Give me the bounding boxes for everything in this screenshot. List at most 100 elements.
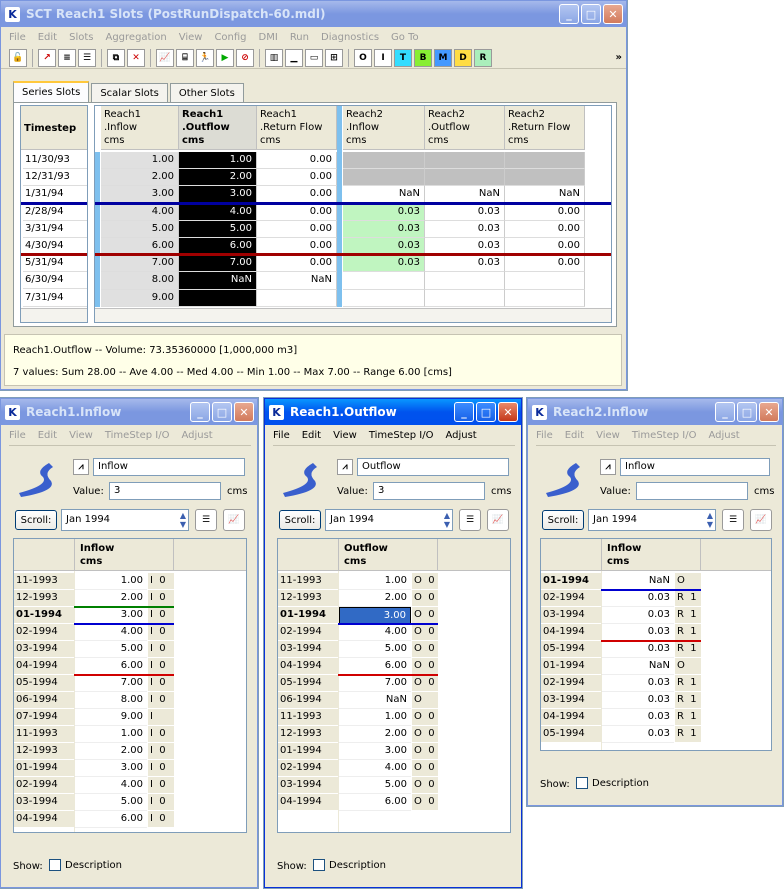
slot-value-cell[interactable] [179, 289, 257, 307]
row-date[interactable]: 02-1994 [541, 675, 601, 692]
maximize-button[interactable]: □ [737, 402, 757, 422]
column-header[interactable]: Reach2 .Return Flow cms [505, 106, 585, 150]
row-date[interactable]: 05-1994 [278, 675, 338, 692]
play-icon[interactable]: ▶ [216, 48, 234, 67]
row-date[interactable]: 05-1994 [541, 726, 601, 743]
close-button[interactable]: ✕ [234, 402, 254, 422]
column-header[interactable]: Reach1 .Inflow cms [101, 106, 179, 150]
flag-r-icon[interactable]: R [474, 48, 492, 67]
list-icon[interactable]: ☰ [78, 48, 96, 67]
flag-d-icon[interactable]: D [454, 48, 472, 67]
row-value[interactable]: 0.03 [602, 709, 674, 726]
row-date[interactable]: 04-1994 [14, 811, 74, 828]
slot-value-cell[interactable]: 8.00 [101, 272, 179, 290]
row-value[interactable]: 4.00 [339, 624, 411, 641]
slot-menu-item[interactable]: TimeStep I/O [105, 430, 170, 441]
scroll-date-field[interactable]: Jan 1994 ▲ ▼ [61, 509, 189, 531]
plot-view-icon[interactable]: 📈 [487, 509, 509, 531]
slot-value-cell[interactable]: 0.00 [257, 220, 337, 238]
row-value[interactable]: 2.00 [75, 590, 147, 607]
row-value[interactable]: NaN [339, 692, 411, 709]
slot-value-cell[interactable] [505, 169, 585, 187]
columns-icon[interactable]: ▥ [265, 48, 283, 67]
filter-icon[interactable]: ≡ [58, 48, 76, 67]
minimize-button[interactable]: _ [190, 402, 210, 422]
slot-value-cell[interactable]: 2.00 [101, 169, 179, 187]
menu-run[interactable]: Run [290, 32, 309, 43]
menu-file[interactable]: File [9, 32, 26, 43]
close-button[interactable]: ✕ [603, 4, 623, 24]
close-button[interactable]: ✕ [498, 402, 518, 422]
row-value[interactable]: 0.03 [602, 590, 674, 607]
column-header[interactable]: Reach2 .Inflow cms [343, 106, 425, 150]
timestep-cell[interactable]: 6/30/94 [23, 272, 87, 290]
row-value[interactable]: 5.00 [75, 641, 147, 658]
row-value[interactable]: 8.00 [75, 692, 147, 709]
slot-value-cell[interactable]: 0.03 [425, 255, 505, 273]
slot-value-cell[interactable] [343, 152, 425, 170]
row-value[interactable]: 7.00 [75, 675, 147, 692]
description-checkbox[interactable]: Description [305, 859, 386, 871]
row-value[interactable]: 6.00 [75, 658, 147, 675]
spinner-icon[interactable]: ▲ ▼ [444, 511, 450, 529]
slot-menu-item[interactable]: TimeStep I/O [369, 430, 434, 441]
scroll-date-field[interactable]: Jan 1994 ▲ ▼ [325, 509, 453, 531]
slot-menu-item[interactable]: View [596, 430, 620, 441]
fit-icon[interactable]: ▭ [305, 48, 323, 67]
value-field[interactable] [636, 482, 748, 500]
slot-value-cell[interactable]: 5.00 [179, 220, 257, 238]
row-date[interactable]: 04-1994 [541, 709, 601, 726]
row-date[interactable]: 12-1993 [14, 590, 74, 607]
slot-value-cell[interactable]: 0.03 [343, 203, 425, 221]
maximize-button[interactable]: □ [581, 4, 601, 24]
row-value[interactable]: 1.00 [75, 573, 147, 590]
slot-value-cell[interactable] [505, 289, 585, 307]
slot-value-cell[interactable]: 0.00 [505, 255, 585, 273]
slot-name-field[interactable]: Outflow [357, 458, 509, 476]
value-field[interactable]: 3 [109, 482, 221, 500]
row-value[interactable]: 2.00 [339, 590, 411, 607]
row-date[interactable]: 04-1994 [278, 658, 338, 675]
row-date[interactable]: 01-1994 [14, 760, 74, 777]
flag-o-icon[interactable]: O [354, 48, 372, 67]
maximize-button[interactable]: □ [212, 402, 232, 422]
slot-name-field[interactable]: Inflow [620, 458, 770, 476]
row-date[interactable]: 07-1994 [14, 709, 74, 726]
row-value[interactable]: 5.00 [339, 641, 411, 658]
row-date[interactable]: 03-1994 [14, 794, 74, 811]
row-value[interactable]: 0.03 [602, 641, 674, 658]
row-value[interactable]: 0.03 [602, 607, 674, 624]
link-icon[interactable]: ↗ [38, 48, 56, 67]
slot-value-cell[interactable]: NaN [179, 272, 257, 290]
slot-menu-item[interactable]: File [9, 430, 26, 441]
description-checkbox[interactable]: Description [41, 859, 122, 871]
menu-diagnostics[interactable]: Diagnostics [321, 32, 379, 43]
tab-series-slots[interactable]: Series Slots [13, 81, 90, 102]
slot-value-cell[interactable]: 7.00 [101, 255, 179, 273]
slot-value-cell[interactable]: 4.00 [179, 203, 257, 221]
row-date[interactable]: 04-1994 [278, 794, 338, 811]
slot-value-cell[interactable] [425, 152, 505, 170]
row-date[interactable]: 05-1994 [541, 641, 601, 658]
delete-icon[interactable]: ✕ [127, 48, 145, 67]
slot-name-field[interactable]: Inflow [93, 458, 245, 476]
row-date[interactable]: 11-1993 [14, 726, 74, 743]
slot-value-cell[interactable]: 0.00 [505, 203, 585, 221]
row-value[interactable]: 0.03 [602, 675, 674, 692]
row-value[interactable]: 1.00 [339, 709, 411, 726]
row-value[interactable]: 3.00 [75, 760, 147, 777]
timestep-cell[interactable]: 2/28/94 [23, 204, 87, 221]
minimize-button[interactable]: _ [454, 402, 474, 422]
calc-icon[interactable]: ⌸ [176, 48, 194, 67]
grid-scrollbar[interactable] [95, 308, 611, 322]
row-date[interactable]: 02-1994 [14, 777, 74, 794]
row-value[interactable]: 4.00 [75, 624, 147, 641]
row-value[interactable]: 1.00 [339, 573, 411, 590]
row-date[interactable]: 01-1994 [278, 743, 338, 760]
slot-value-cell[interactable]: 0.03 [343, 255, 425, 273]
row-value[interactable]: 2.00 [75, 743, 147, 760]
row-date[interactable]: 02-1994 [541, 590, 601, 607]
maximize-button[interactable]: □ [476, 402, 496, 422]
slot-titlebar[interactable]: K Reach2.Inflow _ □ ✕ [528, 399, 782, 425]
timestep-cell[interactable]: 11/30/93 [23, 152, 87, 169]
